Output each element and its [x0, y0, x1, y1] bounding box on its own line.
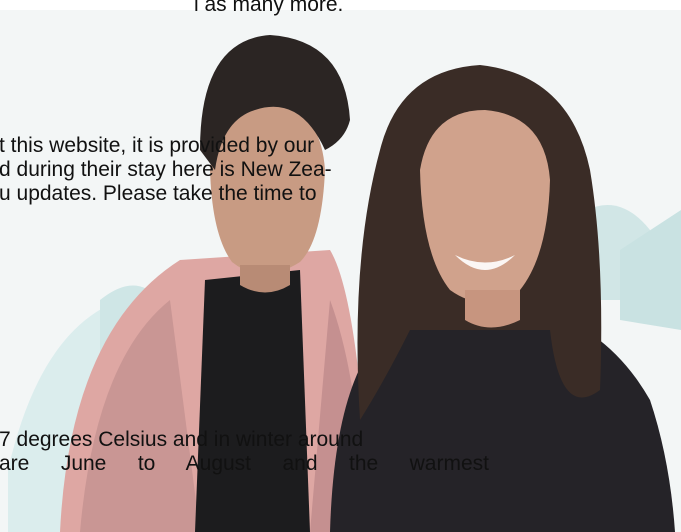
about-text-line-2: d during their stay here is New Zea-: [0, 158, 332, 181]
about-text-line-3: u updates. Please take the time to: [0, 182, 317, 205]
about-text-line-1: t this website, it is provided by our: [0, 134, 315, 157]
weather-text-line-1: 7 degrees Celsius and in winter around: [0, 428, 364, 451]
weather-text-line-2: are June to August and the warmest: [0, 452, 489, 475]
intro-text-fragment: l as many more.: [194, 0, 344, 16]
page: l as many more. t this website, it is pr…: [0, 0, 681, 532]
